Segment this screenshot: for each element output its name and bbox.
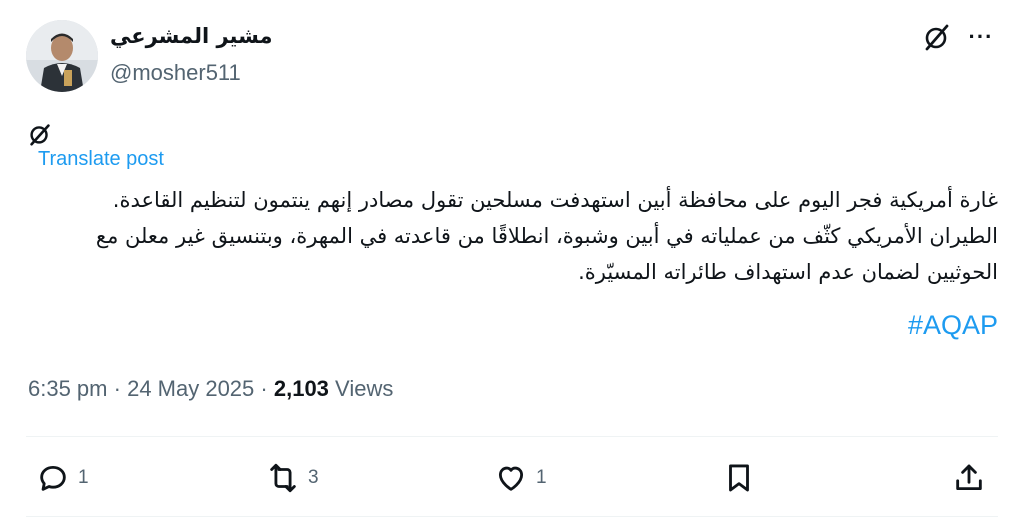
- post-text-line-2: الطيران الأمريكي كثّف من عملياته في أبين…: [95, 224, 998, 284]
- post-meta: 6:35 pm · 24 May 2025 · 2,103 Views: [28, 376, 393, 402]
- more-icon[interactable]: ···: [965, 22, 997, 52]
- post-time[interactable]: 6:35 pm: [28, 376, 108, 401]
- reply-button[interactable]: 1: [36, 458, 89, 498]
- heart-icon: [498, 466, 524, 491]
- author-handle[interactable]: @mosher511: [110, 60, 241, 86]
- grok-translate-icon[interactable]: [26, 120, 56, 150]
- bookmark-icon: [729, 464, 749, 492]
- like-button[interactable]: 1: [494, 458, 547, 498]
- post-text: غارة أمريكية فجر اليوم على محافظة أبين ا…: [26, 182, 998, 290]
- repost-count: 3: [308, 467, 319, 488]
- reply-count: 1: [78, 467, 89, 488]
- translate-post-link[interactable]: Translate post: [38, 148, 164, 171]
- like-count: 1: [536, 467, 547, 488]
- post-text-line-1: غارة أمريكية فجر اليوم على محافظة أبين ا…: [112, 188, 998, 212]
- share-icon: [956, 464, 982, 491]
- meta-separator: ·: [113, 376, 121, 401]
- share-button[interactable]: [952, 458, 986, 498]
- divider: [26, 516, 998, 517]
- repost-button[interactable]: 3: [266, 458, 319, 498]
- avatar[interactable]: [26, 20, 98, 92]
- views-label: Views: [335, 376, 394, 401]
- bookmark-button[interactable]: [722, 458, 756, 498]
- divider: [26, 436, 998, 437]
- meta-separator: ·: [260, 376, 268, 401]
- reply-icon: [40, 465, 66, 491]
- post-date[interactable]: 24 May 2025: [127, 376, 254, 401]
- hashtag-link[interactable]: #AQAP: [26, 306, 998, 344]
- grok-icon[interactable]: [922, 22, 952, 52]
- avatar-image: [26, 20, 98, 92]
- repost-icon: [270, 463, 296, 493]
- hashtag-text[interactable]: #AQAP: [908, 310, 998, 340]
- views-count: 2,103: [273, 376, 329, 401]
- author-display-name[interactable]: مشير المشرعي: [110, 24, 273, 48]
